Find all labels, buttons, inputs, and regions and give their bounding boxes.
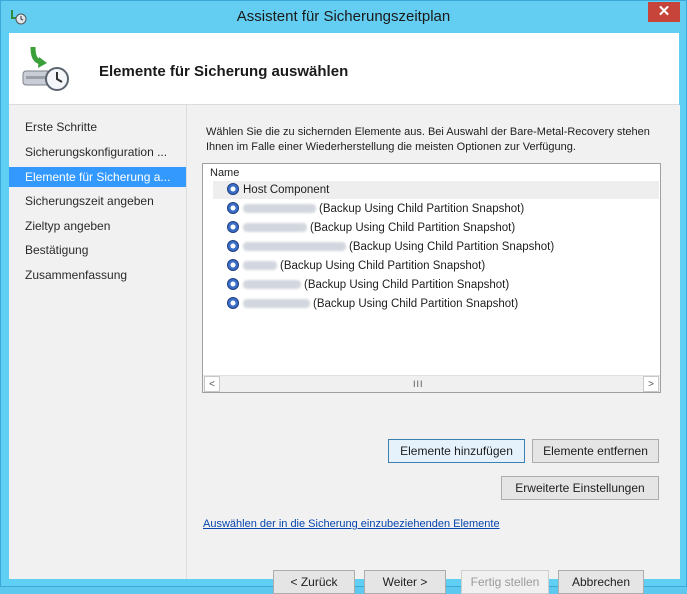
tree-item-vm[interactable]: (Backup Using Child Partition Snapshot) bbox=[226, 238, 554, 256]
tree-item-label: (Backup Using Child Partition Snapshot) bbox=[280, 260, 486, 272]
step-zusammenfassung[interactable]: Zusammenfassung bbox=[9, 265, 186, 285]
items-tree[interactable]: Name Host Component (Backup Using Child … bbox=[202, 163, 661, 393]
gear-icon bbox=[227, 202, 239, 214]
gear-icon bbox=[227, 183, 239, 195]
redacted-vm-name bbox=[243, 242, 346, 252]
gear-icon bbox=[227, 259, 239, 271]
wizard-steps: Erste Schritte Sicherungskonfiguration .… bbox=[9, 105, 186, 579]
step-elemente-auswaehlen[interactable]: Elemente für Sicherung a... bbox=[9, 167, 186, 187]
gear-icon bbox=[227, 297, 239, 309]
tree-item-label: (Backup Using Child Partition Snapshot) bbox=[310, 222, 516, 234]
step-sicherungszeit[interactable]: Sicherungszeit angeben bbox=[9, 191, 186, 211]
page-title: Elemente für Sicherung auswählen bbox=[99, 63, 349, 80]
description-text: Wählen Sie die zu sichernden Elemente au… bbox=[206, 126, 650, 153]
wizard-header: Elemente für Sicherung auswählen bbox=[9, 33, 679, 105]
title-bar[interactable]: Assistent für Sicherungszeitplan ✕ bbox=[1, 1, 686, 33]
redacted-vm-name bbox=[243, 223, 307, 233]
step-zieltyp[interactable]: Zieltyp angeben bbox=[9, 216, 186, 236]
tree-item-label: (Backup Using Child Partition Snapshot) bbox=[313, 298, 519, 310]
tree-item-label: (Backup Using Child Partition Snapshot) bbox=[304, 279, 510, 291]
tree-item-vm[interactable]: (Backup Using Child Partition Snapshot) bbox=[226, 219, 515, 237]
advanced-settings-button[interactable]: Erweiterte Einstellungen bbox=[501, 476, 659, 500]
name-column-header[interactable]: Name bbox=[210, 167, 239, 179]
step-erste-schritte[interactable]: Erste Schritte bbox=[9, 117, 186, 137]
tree-item-label: Host Component bbox=[243, 184, 330, 196]
tree-item-label: (Backup Using Child Partition Snapshot) bbox=[349, 241, 555, 253]
step-sicherungskonfiguration[interactable]: Sicherungskonfiguration ... bbox=[9, 142, 186, 162]
tree-item-vm[interactable]: (Backup Using Child Partition Snapshot) bbox=[226, 257, 485, 275]
next-button[interactable]: Weiter > bbox=[364, 570, 446, 594]
gear-icon bbox=[227, 278, 239, 290]
finish-button[interactable]: Fertig stellen bbox=[461, 570, 549, 594]
help-link[interactable]: Auswählen der in die Sicherung einzubezi… bbox=[203, 518, 500, 530]
cancel-button[interactable]: Abbrechen bbox=[558, 570, 644, 594]
redacted-vm-name bbox=[243, 299, 310, 309]
gear-icon bbox=[227, 221, 239, 233]
tree-item-vm[interactable]: (Backup Using Child Partition Snapshot) bbox=[226, 276, 509, 294]
tree-item-vm[interactable]: (Backup Using Child Partition Snapshot) bbox=[226, 295, 518, 313]
content-panel: Wählen Sie die zu sichernden Elemente au… bbox=[186, 105, 680, 594]
tree-item-label: (Backup Using Child Partition Snapshot) bbox=[319, 203, 525, 215]
gear-icon bbox=[227, 240, 239, 252]
wizard-client: Elemente für Sicherung auswählen Erste S… bbox=[9, 33, 680, 594]
window-title: Assistent für Sicherungszeitplan bbox=[236, 8, 451, 25]
tree-item-host-component[interactable]: Host Component bbox=[213, 181, 659, 199]
redacted-vm-name bbox=[243, 261, 277, 271]
tree-item-vm[interactable]: (Backup Using Child Partition Snapshot) bbox=[226, 200, 524, 218]
redacted-vm-name bbox=[243, 204, 316, 214]
close-button[interactable]: ✕ bbox=[648, 2, 680, 22]
scroll-right-arrow[interactable]: > bbox=[643, 376, 659, 392]
horizontal-scrollbar[interactable]: < III > bbox=[203, 375, 660, 392]
wizard-window: Assistent für Sicherungszeitplan ✕ Eleme… bbox=[0, 0, 687, 594]
scroll-thumb[interactable]: III bbox=[413, 379, 424, 389]
back-button[interactable]: < Zurück bbox=[273, 570, 355, 594]
step-bestaetigung[interactable]: Bestätigung bbox=[9, 240, 186, 260]
add-items-button[interactable]: Elemente hinzufügen bbox=[388, 439, 525, 463]
backup-schedule-icon bbox=[22, 46, 69, 91]
scroll-left-arrow[interactable]: < bbox=[204, 376, 220, 392]
remove-items-button[interactable]: Elemente entfernen bbox=[532, 439, 659, 463]
redacted-vm-name bbox=[243, 280, 301, 290]
